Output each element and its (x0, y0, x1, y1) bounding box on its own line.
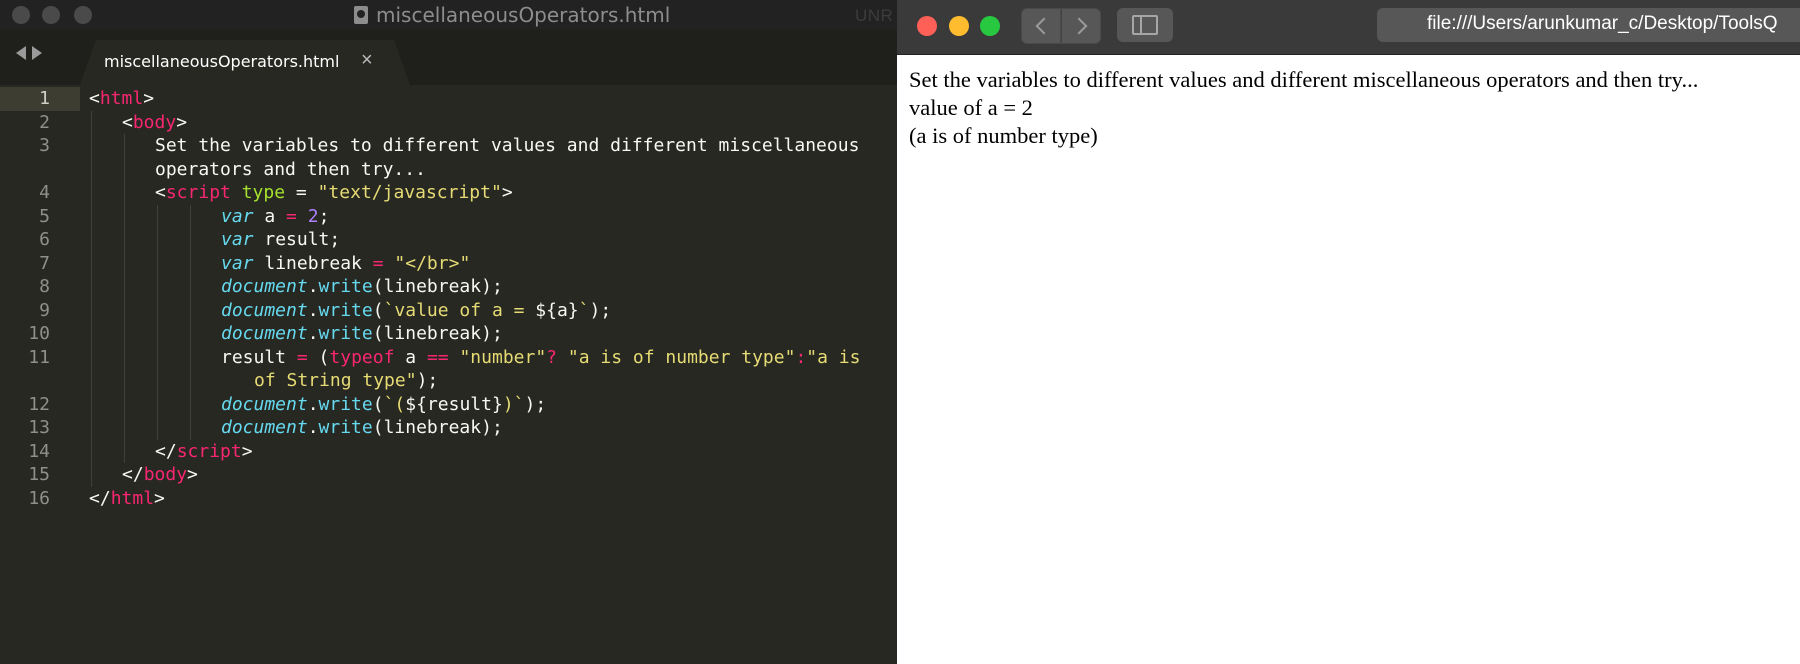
code-line-10: document.write(linebreak); (221, 323, 503, 344)
chevron-left-icon (1035, 17, 1052, 35)
sublime-editor-window: miscellaneousOperators.html UNR miscella… (0, 0, 897, 664)
safari-browser-window: file:///Users/arunkumar_c/Desktop/ToolsQ… (897, 0, 1800, 664)
sidebar-icon (1132, 15, 1158, 35)
line-number: 16 (28, 487, 50, 509)
code-line-8: document.write(linebreak); (221, 276, 503, 297)
editor-titlebar: miscellaneousOperators.html UNR (0, 0, 897, 30)
minimize-window-button[interactable] (949, 16, 969, 36)
indent-guide (124, 134, 125, 463)
url-text: file:///Users/arunkumar_c/Desktop/ToolsQ (1427, 13, 1778, 34)
address-bar[interactable]: file:///Users/arunkumar_c/Desktop/ToolsQ (1377, 8, 1800, 42)
line-number: 3 (39, 135, 50, 156)
close-window-button[interactable] (917, 16, 937, 36)
indent-guide (157, 204, 158, 440)
code-line-3: Set the variables to different values an… (155, 135, 860, 156)
line-number: 5 (39, 205, 50, 227)
line-number: 2 (39, 111, 50, 133)
line-number: 6 (39, 229, 50, 250)
line-number: 12 (28, 393, 50, 415)
code-line-6: var result; (221, 229, 341, 250)
line-number: 14 (28, 440, 50, 462)
line-number: 9 (39, 299, 50, 321)
indent-guide (190, 204, 191, 440)
line-number: 8 (39, 276, 50, 297)
editor-title-text: miscellaneousOperators.html (376, 3, 671, 27)
code-line-4: <script type = "text/javascript"> (155, 182, 513, 203)
line-number: 13 (28, 417, 50, 438)
code-area[interactable]: 1 2 3 4 5 6 7 8 9 10 11 12 13 14 15 16 <… (0, 87, 897, 664)
line-number: 15 (28, 464, 50, 485)
code-line-11: result = (typeof a == "number"? "a is of… (221, 346, 861, 368)
tab-miscellaneous-operators[interactable]: miscellaneousOperators.html × (80, 40, 410, 85)
back-arrow-icon[interactable] (16, 46, 26, 60)
forward-button[interactable] (1061, 8, 1101, 44)
editor-window-title: miscellaneousOperators.html (354, 3, 670, 27)
line-number: 1 (39, 88, 50, 109)
unregistered-label: UNR (855, 6, 894, 25)
tab-label: miscellaneousOperators.html (104, 52, 340, 71)
code-line-9: document.write(`value of a = ${a}`); (221, 299, 612, 321)
close-icon[interactable]: × (361, 50, 373, 70)
chevron-right-icon (1070, 17, 1087, 35)
output-line: Set the variables to different values an… (909, 67, 1699, 92)
zoom-window-button[interactable] (980, 16, 1000, 36)
code-line-13: document.write(linebreak); (221, 417, 503, 438)
code-line-15: </body> (122, 464, 198, 485)
code-line-14: </script> (155, 440, 253, 462)
line-number: 10 (28, 323, 50, 344)
code-line-1: <html> (89, 88, 155, 109)
window-zoom-dot[interactable] (74, 6, 92, 24)
code-line-12: document.write(`(${result})`); (221, 393, 547, 415)
browser-toolbar: file:///Users/arunkumar_c/Desktop/ToolsQ (897, 0, 1800, 55)
line-number: 11 (28, 346, 50, 368)
forward-arrow-icon[interactable] (32, 46, 42, 60)
code-line-2: <body> (122, 111, 188, 133)
window-close-dot[interactable] (12, 6, 30, 24)
sidebar-toggle-button[interactable] (1117, 8, 1173, 42)
output-line: (a is of number type) (909, 123, 1098, 148)
indent-guide (91, 110, 92, 487)
output-line: value of a = 2 (909, 95, 1033, 120)
line-number: 7 (39, 252, 50, 274)
page-content: Set the variables to different values an… (909, 66, 1698, 150)
code-line-5: var a = 2; (221, 205, 330, 227)
code-line-16: </html> (89, 487, 165, 509)
code-line-11-wrap: of String type"); (254, 370, 439, 391)
code-line-7: var linebreak = "</br>" (221, 252, 471, 274)
line-number: 4 (39, 182, 50, 203)
tab-nav-arrows (16, 46, 42, 60)
history-nav (1021, 8, 1101, 44)
editor-tab-bar: miscellaneousOperators.html × (0, 30, 897, 85)
window-minimize-dot[interactable] (42, 6, 60, 24)
back-button[interactable] (1021, 8, 1061, 44)
document-icon (354, 6, 368, 24)
code-line-3-wrap: operators and then try... (155, 158, 426, 180)
